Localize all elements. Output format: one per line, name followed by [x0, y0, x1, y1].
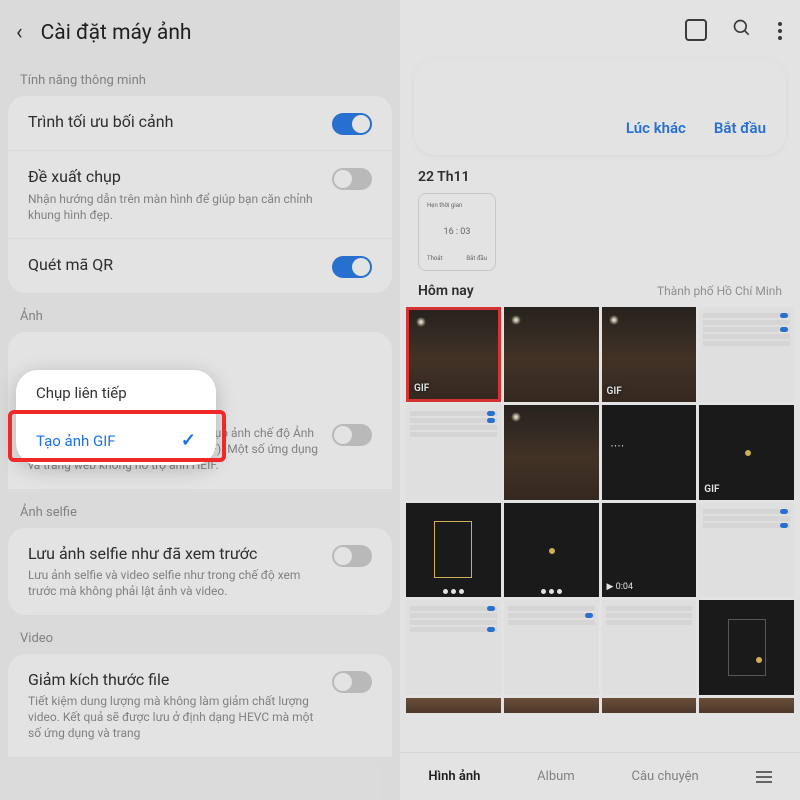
toggle-selfie[interactable] [332, 545, 372, 567]
date-group-today: Hôm nay [418, 283, 474, 299]
toggle-qr[interactable] [332, 256, 372, 278]
row-selfie[interactable]: Lưu ảnh selfie như đã xem trước Lưu ảnh … [8, 528, 392, 615]
gif-badge: GIF [704, 484, 719, 495]
scene-optimizer-label: Trình tối ưu bối cảnh [28, 111, 320, 133]
thumb-partial[interactable] [504, 698, 599, 713]
video-duration: 0:04 [616, 582, 633, 592]
shutter-hold-popup: Chụp liên tiếp Tạo ảnh GIF ✓ [16, 370, 216, 465]
thumb-video-11[interactable]: ▶ 0:04 [602, 503, 697, 598]
popup-gif-label: Tạo ảnh GIF [36, 432, 116, 450]
check-icon: ✓ [181, 430, 196, 451]
more-icon[interactable] [778, 22, 782, 40]
thumb-photo-2[interactable] [504, 307, 599, 402]
popup-item-gif[interactable]: Tạo ảnh GIF ✓ [16, 416, 216, 465]
thumb-partial[interactable] [406, 698, 501, 713]
thumb-timer-mid: 16 : 03 [427, 227, 487, 237]
card-start-button[interactable]: Bắt đầu [714, 119, 766, 137]
thumb-screenshot-14[interactable] [504, 600, 599, 695]
page-title: Cài đặt máy ảnh [41, 21, 192, 45]
gif-badge: GIF [414, 383, 429, 394]
thumb-gif-3[interactable]: GIF [602, 307, 697, 402]
qr-label: Quét mã QR [28, 254, 320, 276]
row-scene-optimizer[interactable]: Trình tối ưu bối cảnh [8, 96, 392, 150]
thumb-dark-16[interactable] [699, 600, 794, 695]
tab-photos[interactable]: Hình ảnh [428, 769, 480, 784]
thumb-partial[interactable] [602, 698, 697, 713]
location-label: Thành phố Hồ Chí Minh [657, 284, 782, 298]
tab-albums[interactable]: Album [537, 769, 575, 784]
section-photo: Ảnh [0, 305, 400, 332]
bottom-tabbar: Hình ảnh Album Câu chuyện [400, 752, 800, 800]
toggle-video-size[interactable] [332, 671, 372, 693]
section-smart: Tính năng thông minh [0, 69, 400, 96]
row-shot-suggestion[interactable]: Đề xuất chụp Nhận hướng dẫn trên màn hìn… [8, 151, 392, 238]
photo-grid: GIF GIF • • • • GIF ▶ 0:04 [400, 307, 800, 695]
shot-suggest-label: Đề xuất chụp [28, 166, 320, 188]
thumb-screenshot-12[interactable] [699, 503, 794, 598]
thumb-timer-screenshot[interactable]: Hẹn thời gian 16 : 03 ThoátBắt đầu [418, 193, 496, 271]
thumb-screenshot-5[interactable] [406, 405, 501, 500]
popup-item-burst[interactable]: Chụp liên tiếp [16, 370, 216, 416]
grid-partial-row [400, 695, 800, 713]
thumb-screenshot-13[interactable] [406, 600, 501, 695]
suggestion-card: Lúc khác Bắt đầu [414, 59, 786, 155]
date-group-1: 22 Th11 [418, 169, 470, 185]
video-size-desc: Tiết kiệm dung lượng mà không làm giảm c… [28, 693, 320, 742]
multi-select-icon[interactable] [688, 22, 706, 40]
video-size-label: Giảm kích thước file [28, 669, 320, 691]
thumb-timer-top: Hẹn thời gian [427, 202, 487, 209]
thumb-screenshot-4[interactable] [699, 307, 794, 402]
selfie-desc: Lưu ảnh selfie và video selfie như trong… [28, 567, 320, 599]
card-later-button[interactable]: Lúc khác [626, 119, 686, 137]
thumb-screenshot-15[interactable] [602, 600, 697, 695]
thumb-dark-10[interactable] [504, 503, 599, 598]
row-qr[interactable]: Quét mã QR [8, 239, 392, 293]
section-video: Video [0, 627, 400, 654]
thumb-dark-9[interactable] [406, 503, 501, 598]
section-selfie: Ảnh selfie [0, 501, 400, 528]
thumb-gif-8[interactable]: GIF [699, 405, 794, 500]
thumb-gif-1[interactable]: GIF [406, 307, 501, 402]
search-icon[interactable] [732, 18, 752, 43]
thumb-photo-6[interactable] [504, 405, 599, 500]
toggle-scene-optimizer[interactable] [332, 113, 372, 135]
gif-badge: GIF [607, 386, 622, 397]
thumb-partial[interactable] [699, 698, 794, 713]
shot-suggest-desc: Nhận hướng dẫn trên màn hình để giúp bạn… [28, 191, 320, 223]
row-video-size[interactable]: Giảm kích thước file Tiết kiệm dung lượn… [8, 654, 392, 757]
selfie-label: Lưu ảnh selfie như đã xem trước [28, 543, 320, 565]
menu-icon[interactable] [756, 771, 772, 783]
toggle-shot-suggest[interactable] [332, 168, 372, 190]
tab-stories[interactable]: Câu chuyện [632, 769, 699, 784]
popup-burst-label: Chụp liên tiếp [36, 384, 127, 402]
back-icon[interactable]: ‹ [16, 20, 23, 45]
toggle-heif[interactable] [332, 424, 372, 446]
thumb-dark-7[interactable]: • • • • [602, 405, 697, 500]
